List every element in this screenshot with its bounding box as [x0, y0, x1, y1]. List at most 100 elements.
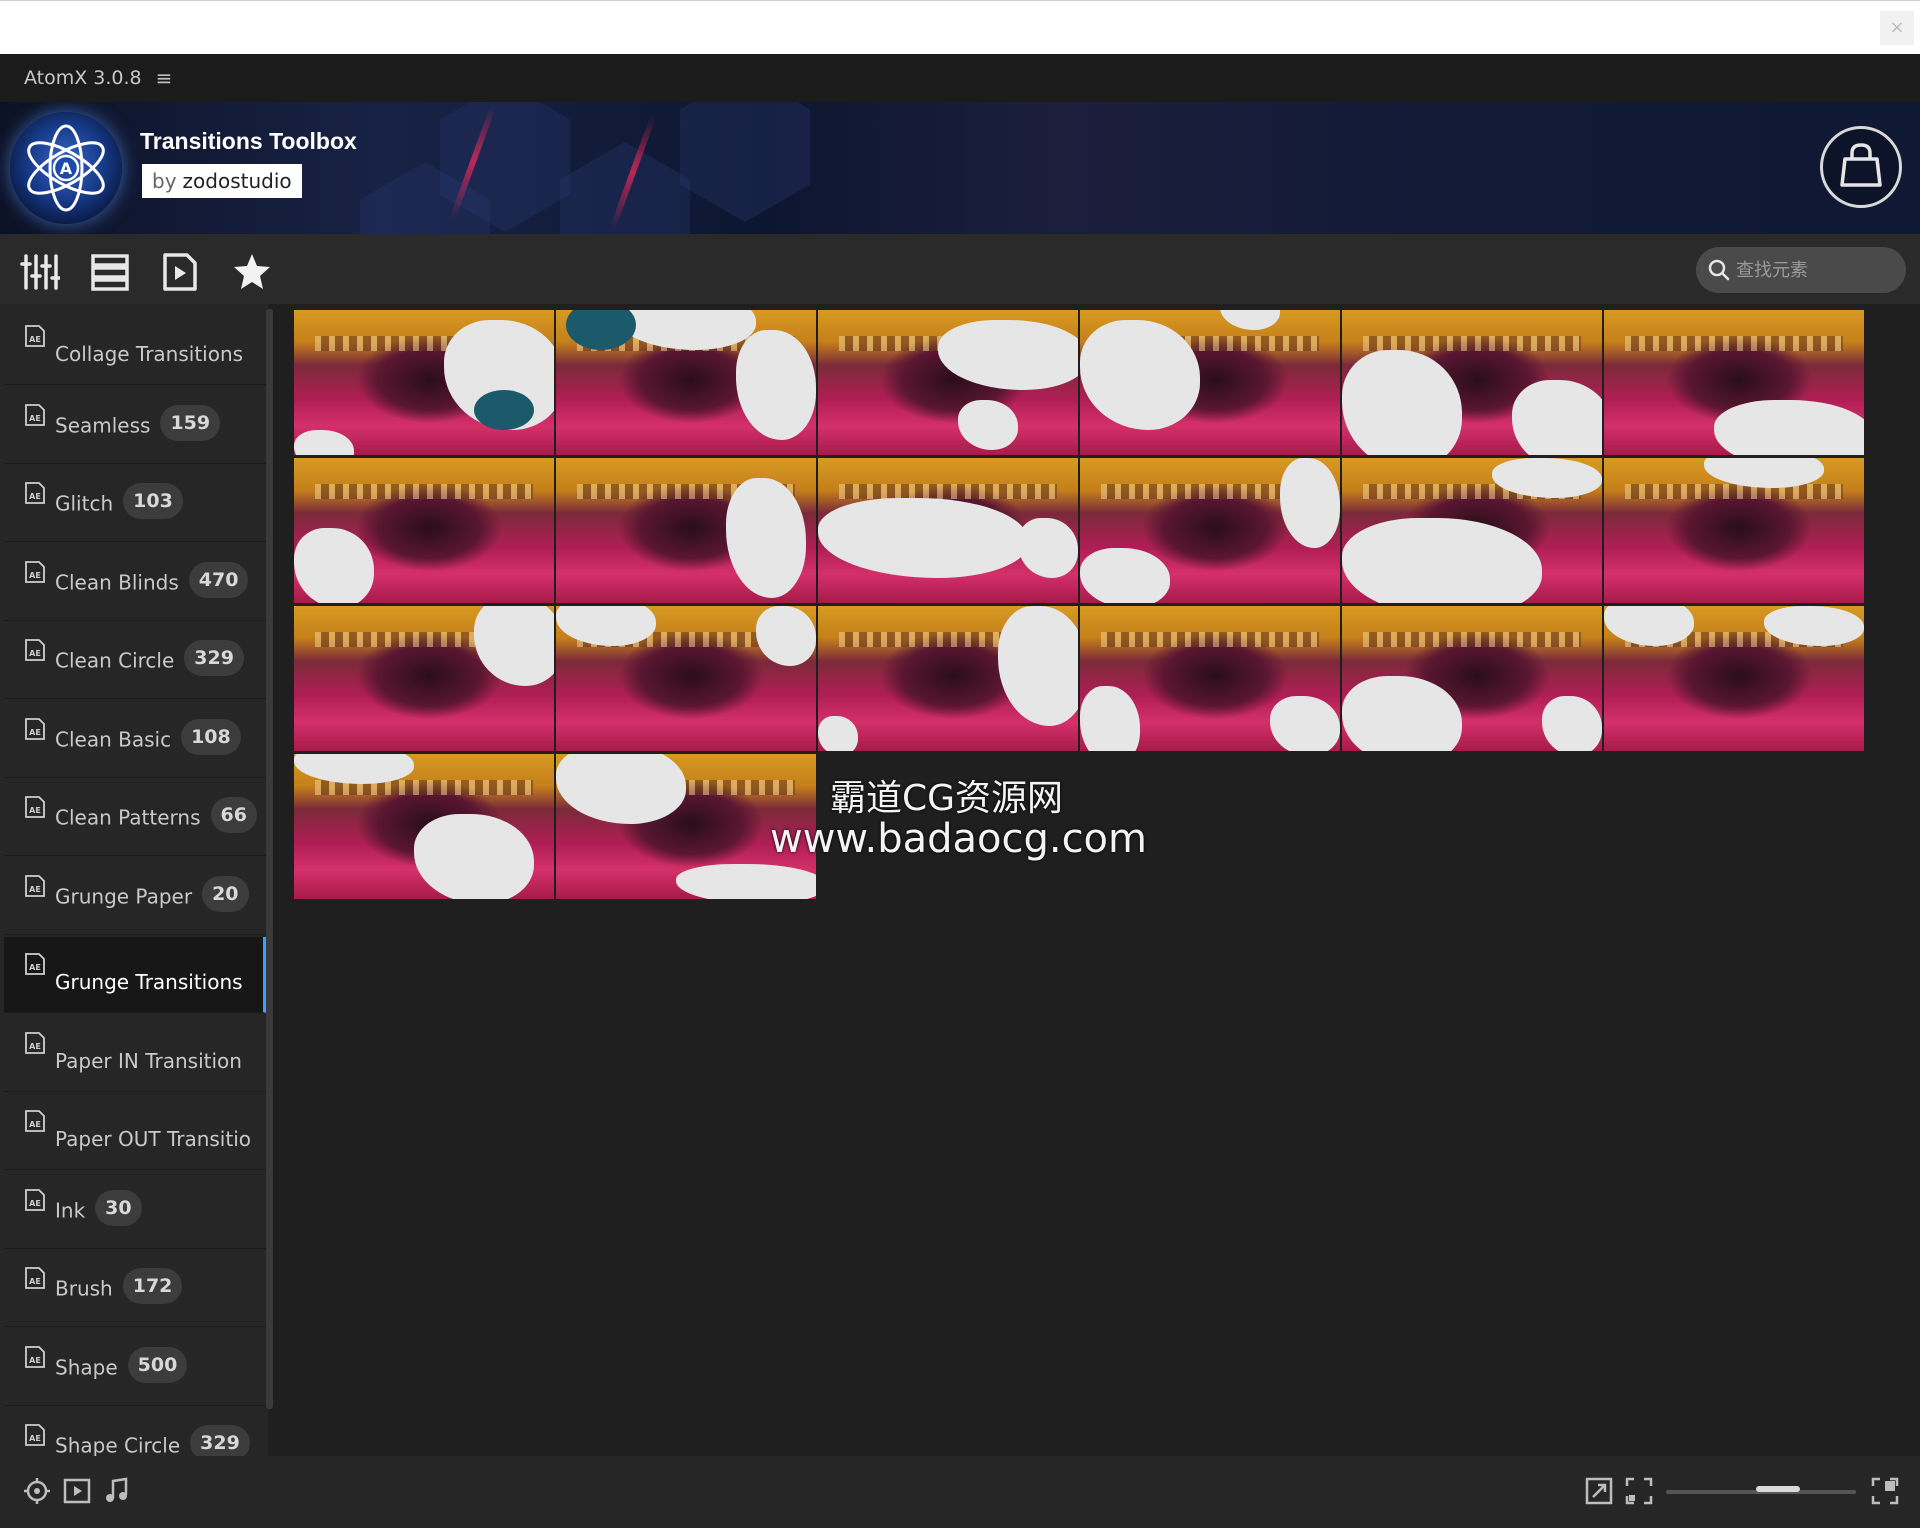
transition-thumbnail[interactable]: [1342, 458, 1602, 603]
preview-play-icon[interactable]: [62, 1476, 92, 1506]
count-badge: 20: [202, 875, 249, 912]
search-box[interactable]: [1696, 247, 1906, 293]
slider-handle[interactable]: [1756, 1486, 1800, 1492]
transition-thumbnail[interactable]: [1080, 606, 1340, 751]
shop-bag-button[interactable]: [1820, 126, 1902, 208]
sidebar-item-text: Shape Circle: [55, 1433, 181, 1457]
transition-thumbnail[interactable]: [294, 458, 554, 603]
window-close-button[interactable]: ×: [1880, 11, 1914, 45]
sidebar-scrollbar[interactable]: [266, 309, 273, 1409]
settings-drive-icon[interactable]: [22, 1476, 52, 1506]
sidebar-item-label: Clean Blinds 470: [55, 561, 249, 602]
media-file-icon[interactable]: [160, 252, 200, 292]
app-title: AtomX 3.0.8: [24, 67, 142, 89]
author-tag[interactable]: by zodostudio: [142, 164, 302, 198]
sidebar-item[interactable]: AE Clean Circle 329: [4, 623, 266, 699]
transition-thumbnail[interactable]: [294, 310, 554, 455]
sidebar-item[interactable]: AE Shape 500: [4, 1330, 266, 1406]
transition-thumbnail[interactable]: [294, 754, 554, 899]
sidebar-item-label: Shape Circle 329: [55, 1425, 250, 1457]
transition-thumbnail[interactable]: [556, 606, 816, 751]
sidebar-item[interactable]: AE Glitch 103: [4, 466, 266, 542]
paper-wash-overlay: [1714, 400, 1864, 455]
transition-thumbnail[interactable]: [1342, 606, 1602, 751]
sidebar-item[interactable]: AE Paper IN Transition: [4, 1016, 266, 1092]
atom-icon: A: [27, 124, 105, 212]
sidebar-item[interactable]: AE Clean Patterns 66: [4, 780, 266, 856]
sidebar-item[interactable]: AE Shape Circle 329: [4, 1408, 266, 1456]
sidebar-item[interactable]: AE Brush 172: [4, 1251, 266, 1327]
transition-thumbnail[interactable]: [1604, 606, 1864, 751]
transition-thumbnail[interactable]: [1604, 310, 1864, 455]
search-input[interactable]: [1736, 255, 1896, 285]
transition-thumbnail[interactable]: [818, 606, 1078, 751]
transition-thumbnail[interactable]: [556, 458, 816, 603]
svg-text:A: A: [60, 159, 73, 178]
sidebar-item[interactable]: AE Seamless 159: [4, 388, 266, 464]
sidebar-item[interactable]: AE Ink 30: [4, 1173, 266, 1249]
count-badge: 30: [95, 1189, 142, 1226]
svg-text:AE: AE: [29, 649, 41, 658]
transition-thumbnail[interactable]: [818, 458, 1078, 603]
sidebar-item-label: Clean Basic 108: [55, 718, 241, 759]
transition-thumbnail[interactable]: [1342, 310, 1602, 455]
extension-banner: A Transitions Toolbox by zodostudio: [0, 102, 1920, 234]
category-sidebar: AE Collage Transitions AE Seamless 159 AE Glit…: [0, 304, 268, 1456]
sidebar-item-label: Glitch 103: [55, 483, 183, 523]
ae-file-icon: AE: [25, 1424, 45, 1446]
shopping-bag-icon: [1840, 143, 1882, 187]
search-icon: [1708, 259, 1730, 281]
sidebar-item-text: Ink: [55, 1198, 86, 1222]
sidebar-item-text: Clean Circle: [55, 648, 175, 673]
sidebar-item-text: Clean Patterns: [55, 805, 201, 830]
sidebar-item-text: Glitch: [55, 491, 114, 516]
transition-thumbnail[interactable]: [1604, 458, 1864, 603]
count-badge: 103: [123, 483, 183, 519]
sidebar-item[interactable]: AE Clean Blinds 470: [4, 545, 266, 621]
hamburger-menu-icon[interactable]: ≡: [156, 66, 173, 90]
favorites-star-icon[interactable]: [232, 252, 272, 292]
sidebar-item[interactable]: AE Collage Transitions: [4, 309, 266, 385]
sidebar-item-text: Collage Transitions: [55, 342, 244, 366]
svg-text:AE: AE: [29, 414, 41, 423]
svg-text:AE: AE: [29, 1042, 41, 1051]
sliders-icon[interactable]: [20, 252, 60, 292]
transition-thumbnail[interactable]: [1080, 458, 1340, 603]
ae-file-icon: AE: [25, 482, 45, 504]
count-badge: 470: [188, 561, 249, 598]
grid-large-icon[interactable]: [1870, 1476, 1900, 1506]
music-note-icon[interactable]: [102, 1476, 132, 1506]
count-badge: 329: [190, 1425, 250, 1456]
transition-thumbnail[interactable]: [1080, 310, 1340, 455]
sidebar-item[interactable]: AE Clean Basic 108: [4, 702, 266, 778]
sidebar-item-label: Shape 500: [55, 1346, 188, 1387]
svg-text:AE: AE: [29, 1199, 41, 1208]
svg-text:AE: AE: [29, 1120, 41, 1129]
resize-icon[interactable]: [1584, 1476, 1614, 1506]
menu-bar: AtomX 3.0.8 ≡: [0, 54, 1920, 102]
sidebar-item-label: Ink 30: [55, 1189, 142, 1230]
author-prefix: by: [152, 169, 177, 193]
sidebar-item-label: Collage Transitions: [55, 342, 243, 366]
transition-thumbnail[interactable]: [294, 606, 554, 751]
ae-file-icon: AE: [25, 1110, 45, 1132]
ae-file-icon: AE: [25, 717, 45, 740]
list-icon[interactable]: [90, 252, 130, 292]
sidebar-item-label: Paper IN Transition: [55, 1049, 242, 1073]
transition-thumbnail[interactable]: [556, 310, 816, 455]
sidebar-item[interactable]: AE Grunge Transitions: [4, 937, 266, 1013]
transition-thumbnail[interactable]: [818, 310, 1078, 455]
sidebar-item[interactable]: AE Grunge Paper 20: [4, 859, 266, 935]
sidebar-item-text: Grunge Transitions: [55, 970, 243, 994]
sidebar-item-label: Clean Circle 329: [55, 640, 244, 680]
sidebar-item-label: Paper OUT Transitio: [55, 1127, 251, 1151]
sidebar-item[interactable]: AE Paper OUT Transitio: [4, 1094, 266, 1170]
ae-file-icon: AE: [25, 953, 45, 975]
ae-file-icon: AE: [25, 1031, 45, 1054]
grid-small-icon[interactable]: [1624, 1476, 1654, 1506]
footer-bar: [0, 1456, 1920, 1528]
ae-file-icon: AE: [25, 639, 45, 661]
sidebar-item-text: Clean Basic: [55, 727, 172, 751]
sidebar-item-text: Clean Blinds: [55, 570, 179, 594]
svg-text:AE: AE: [29, 335, 41, 344]
